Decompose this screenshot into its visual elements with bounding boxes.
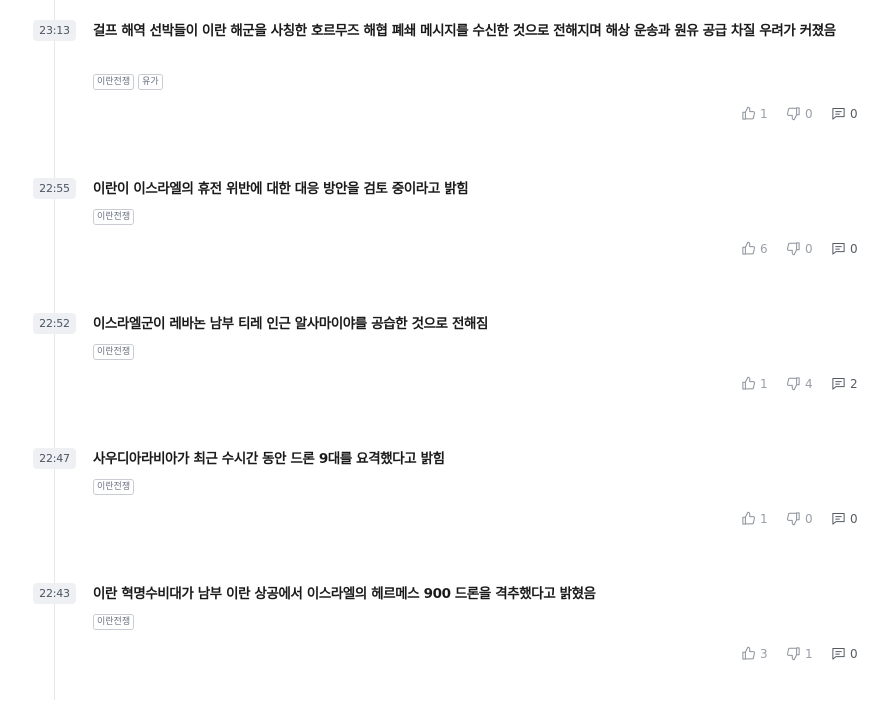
comment-count: 0 (850, 646, 858, 661)
like-button[interactable]: 1 (741, 106, 768, 121)
thumbs-up-icon (742, 376, 755, 390)
dislike-count: 0 (805, 511, 813, 526)
like-button[interactable]: 1 (741, 376, 768, 391)
like-count: 1 (760, 106, 768, 121)
thumbs-down-icon (787, 242, 800, 256)
news-item: 22:47 사우디아라비아가 최근 수시간 동안 드론 9대를 요격했다고 밝힘… (0, 448, 885, 583)
news-item: 22:55 이란이 이스라엘의 휴전 위반에 대한 대응 방안을 검토 중이라고… (0, 178, 885, 313)
thumbs-down-icon (787, 377, 800, 391)
news-headline[interactable]: 이란 혁명수비대가 남부 이란 상공에서 이스라엘의 헤르메스 900 드론을 … (93, 583, 853, 605)
comment-count: 2 (850, 376, 858, 391)
tag-list: 이란전쟁 (93, 479, 135, 495)
tag-list: 이란전쟁 (93, 209, 135, 225)
comment-count: 0 (850, 241, 858, 256)
time-badge: 22:55 (33, 178, 76, 199)
comment-button[interactable]: 0 (831, 646, 858, 661)
reaction-bar: 1 4 2 (723, 376, 858, 391)
time-badge: 23:13 (33, 20, 76, 41)
thumbs-up-icon (742, 106, 755, 120)
thumbs-up-icon (742, 241, 755, 255)
tag[interactable]: 이란전쟁 (93, 614, 135, 630)
dislike-count: 0 (805, 106, 813, 121)
reaction-bar: 3 1 0 (723, 646, 858, 661)
comment-button[interactable]: 2 (831, 376, 858, 391)
like-count: 1 (760, 511, 768, 526)
dislike-count: 0 (805, 241, 813, 256)
comment-count: 0 (850, 106, 858, 121)
reaction-bar: 1 0 0 (723, 106, 858, 121)
tag-list: 이란전쟁 유가 (93, 74, 163, 90)
reaction-bar: 1 0 0 (723, 511, 858, 526)
comment-icon (832, 513, 845, 525)
tag[interactable]: 이란전쟁 (93, 344, 135, 360)
thumbs-up-icon (742, 646, 755, 660)
news-item: 22:52 이스라엘군이 레바논 남부 티레 인근 알사마이야를 공습한 것으로… (0, 313, 885, 448)
comment-icon (832, 648, 845, 660)
comment-button[interactable]: 0 (831, 241, 858, 256)
tag-list: 이란전쟁 (93, 614, 135, 630)
comment-icon (832, 378, 845, 390)
thumbs-down-icon (787, 512, 800, 526)
tag[interactable]: 유가 (138, 74, 163, 90)
news-item: 23:13 걸프 해역 선박들이 이란 해군을 사칭한 호르무즈 해협 폐쇄 메… (0, 20, 885, 155)
comment-icon (832, 108, 845, 120)
comment-icon (832, 243, 845, 255)
news-headline[interactable]: 사우디아라비아가 최근 수시간 동안 드론 9대를 요격했다고 밝힘 (93, 448, 853, 470)
dislike-button[interactable]: 4 (786, 376, 813, 391)
time-badge: 22:43 (33, 583, 76, 604)
like-button[interactable]: 6 (741, 241, 768, 256)
dislike-button[interactable]: 0 (786, 106, 813, 121)
tag-list: 이란전쟁 (93, 344, 135, 360)
tag[interactable]: 이란전쟁 (93, 209, 135, 225)
comment-button[interactable]: 0 (831, 511, 858, 526)
dislike-button[interactable]: 0 (786, 241, 813, 256)
comment-count: 0 (850, 511, 858, 526)
like-count: 3 (760, 646, 768, 661)
like-button[interactable]: 3 (741, 646, 768, 661)
dislike-button[interactable]: 1 (786, 646, 813, 661)
reaction-bar: 6 0 0 (723, 241, 858, 256)
like-count: 6 (760, 241, 768, 256)
time-badge: 22:47 (33, 448, 76, 469)
news-headline[interactable]: 이란이 이스라엘의 휴전 위반에 대한 대응 방안을 검토 중이라고 밝힘 (93, 178, 853, 200)
time-badge: 22:52 (33, 313, 76, 334)
dislike-button[interactable]: 0 (786, 511, 813, 526)
thumbs-up-icon (742, 511, 755, 525)
news-item: 22:43 이란 혁명수비대가 남부 이란 상공에서 이스라엘의 헤르메스 90… (0, 583, 885, 718)
thumbs-down-icon (787, 107, 800, 121)
thumbs-down-icon (787, 647, 800, 661)
like-button[interactable]: 1 (741, 511, 768, 526)
like-count: 1 (760, 376, 768, 391)
tag[interactable]: 이란전쟁 (93, 74, 135, 90)
news-headline[interactable]: 걸프 해역 선박들이 이란 해군을 사칭한 호르무즈 해협 폐쇄 메시지를 수신… (93, 20, 853, 42)
dislike-count: 4 (805, 376, 813, 391)
tag[interactable]: 이란전쟁 (93, 479, 135, 495)
news-headline[interactable]: 이스라엘군이 레바논 남부 티레 인근 알사마이야를 공습한 것으로 전해짐 (93, 313, 853, 335)
comment-button[interactable]: 0 (831, 106, 858, 121)
dislike-count: 1 (805, 646, 813, 661)
